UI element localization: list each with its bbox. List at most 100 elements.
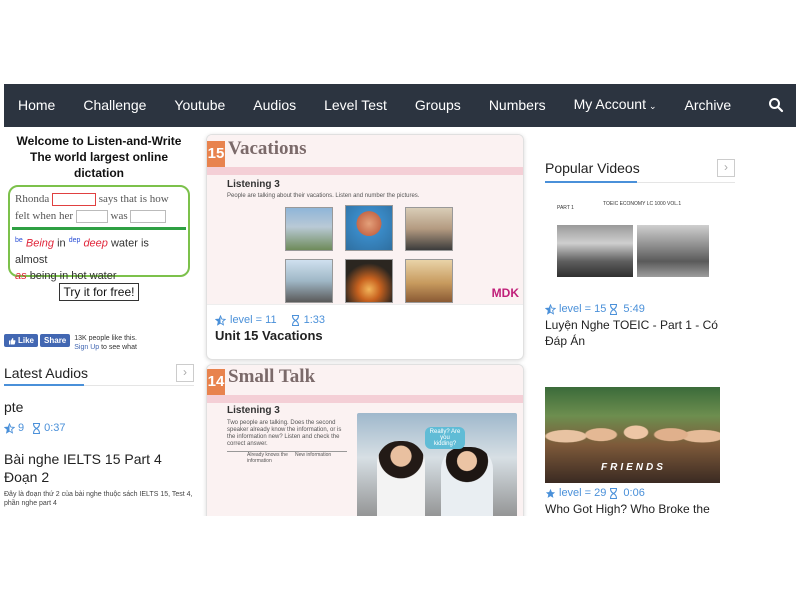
star-half-icon: [545, 303, 556, 315]
video-thumbnail[interactable]: FRIENDS: [545, 387, 720, 483]
demo-word: being in hot water: [29, 269, 117, 282]
person-silhouette: [377, 441, 425, 516]
demo-word: Rhonda: [15, 193, 50, 205]
video-item[interactable]: FRIENDS level = 29 0:06 Who Got High? Wh…: [545, 387, 725, 516]
popular-videos-title: Popular Videos: [545, 159, 640, 176]
nav-level-test[interactable]: Level Test: [310, 84, 401, 127]
video-title[interactable]: Who Got High? Who Broke the: [545, 501, 725, 516]
thumb-caption: TOEIC ECONOMY LC 1000 VOL.1: [603, 201, 682, 207]
demo-correction: Being: [25, 237, 54, 250]
video-meta: level = 29 0:06: [545, 487, 725, 499]
table-header: Already knows the information: [247, 452, 288, 464]
left-sidebar: Welcome to Listen-and-Write The world la…: [4, 127, 194, 516]
unit-number: 15: [207, 141, 225, 167]
nav-challenge[interactable]: Challenge: [69, 84, 160, 127]
demo-word: felt when her: [15, 210, 74, 222]
facebook-like-button[interactable]: Like: [4, 334, 39, 347]
star-icon: [545, 488, 556, 498]
audio-item[interactable]: pte 9 0:37: [4, 398, 194, 434]
video-item[interactable]: PART 1 TOEIC ECONOMY LC 1000 VOL.1 level…: [545, 201, 725, 349]
section-underline: [4, 384, 84, 386]
cover-listening-label: Listening 3: [227, 179, 280, 190]
welcome-line: Welcome to Listen-and-Write: [16, 134, 182, 148]
demo-blank-input[interactable]: [51, 192, 96, 206]
lesson-cover-image: 14 Small Talk Listening 3 Two people are…: [207, 365, 523, 516]
popular-videos-header: Popular Videos ›: [545, 153, 735, 183]
cover-photo: [285, 207, 333, 251]
facebook-like-label: Like: [18, 336, 35, 345]
nav-audios[interactable]: Audios: [239, 84, 310, 127]
demo-word: says that is how: [98, 193, 169, 205]
audio-title[interactable]: Bài nghe IELTS 15 Part 4 Đoạn 2: [4, 450, 194, 486]
right-sidebar: Popular Videos › PART 1 TOEIC ECONOMY LC…: [545, 127, 735, 516]
demo-correction: deep: [83, 237, 108, 250]
nav-my-account-label: My Account: [573, 96, 646, 112]
nav-archive[interactable]: Archive: [671, 84, 746, 127]
chevron-right-icon[interactable]: ›: [717, 158, 735, 177]
hourglass-icon: [33, 422, 41, 434]
publisher-logo: MDK: [491, 286, 519, 300]
cover-photo: [345, 259, 393, 303]
demo-blank-input[interactable]: [75, 209, 108, 223]
lesson-meta: level = 11 1:33: [207, 305, 523, 326]
lesson-level: level = 11: [230, 314, 277, 326]
search-icon[interactable]: [768, 97, 784, 113]
nav-youtube[interactable]: Youtube: [160, 84, 239, 127]
cover-instruction: People are talking about their vacations…: [227, 193, 420, 199]
cover-photo: [345, 205, 393, 251]
video-duration: 0:06: [623, 487, 645, 499]
audio-item[interactable]: Bài nghe IELTS 15 Part 4 Đoạn 2 Đây là đ…: [4, 450, 194, 508]
try-for-free-button[interactable]: Try it for free!: [58, 283, 140, 301]
cover-photo: [405, 207, 453, 251]
unit-number: 14: [207, 369, 225, 395]
welcome-line: dictation: [74, 166, 124, 180]
chevron-right-icon[interactable]: ›: [176, 363, 194, 382]
top-navbar: Home Challenge Youtube Audios Level Test…: [4, 84, 796, 127]
audio-title[interactable]: pte: [4, 398, 194, 416]
website-viewport: Home Challenge Youtube Audios Level Test…: [4, 84, 796, 516]
facebook-share-button[interactable]: Share: [40, 334, 71, 347]
demo-blank-input[interactable]: [130, 209, 167, 223]
page-frame: Home Challenge Youtube Audios Level Test…: [0, 0, 800, 600]
cover-title: Vacations: [228, 138, 307, 159]
speech-bubble: Really? Are you kidding?: [425, 427, 465, 449]
lesson-card[interactable]: 15 Vacations Listening 3 People are talk…: [206, 134, 524, 360]
demo-hint: be: [15, 237, 23, 244]
thumb-part-label: PART 1: [557, 205, 574, 211]
cover-instruction: Two people are talking. Does the second …: [227, 420, 342, 447]
latest-audios-header: Latest Audios ›: [4, 360, 194, 386]
video-duration: 5:49: [623, 303, 645, 315]
video-level: level = 15: [559, 303, 607, 315]
lesson-title[interactable]: Unit 15 Vacations: [207, 326, 523, 343]
video-thumbnail[interactable]: PART 1 TOEIC ECONOMY LC 1000 VOL.1: [545, 201, 720, 299]
star-half-icon: [4, 422, 15, 434]
demo-divider: [12, 227, 186, 230]
chevron-down-icon: ⌄: [648, 101, 657, 111]
section-underline: [545, 181, 637, 183]
featured-lessons: 15 Vacations Listening 3 People are talk…: [206, 134, 526, 516]
video-title[interactable]: Luyện Nghe TOEIC - Part 1 - Có Đáp Án: [545, 317, 725, 349]
demo-word: in: [57, 237, 66, 250]
cover-band: [207, 395, 523, 403]
facebook-signup-link[interactable]: Sign Up: [74, 344, 99, 351]
thumb-caption: FRIENDS: [601, 462, 666, 473]
nav-my-account[interactable]: My Account ⌄: [560, 84, 671, 128]
nav-numbers[interactable]: Numbers: [475, 84, 560, 127]
nav-home[interactable]: Home: [4, 84, 69, 127]
thumbs-up-icon: [9, 337, 16, 344]
welcome-heading: Welcome to Listen-and-Write The world la…: [4, 133, 194, 181]
hourglass-icon: [610, 487, 618, 499]
person-silhouette: [441, 447, 493, 516]
lesson-duration: 1:33: [303, 314, 325, 326]
demo-correction: as: [15, 269, 27, 282]
nav-groups[interactable]: Groups: [401, 84, 475, 127]
lesson-card[interactable]: 14 Small Talk Listening 3 Two people are…: [206, 364, 524, 516]
video-level: level = 29: [559, 487, 607, 499]
audio-level: 9: [18, 422, 25, 434]
checklist-table: Already knows the information New inform…: [227, 451, 347, 516]
demo-hint: dep: [68, 237, 81, 244]
facebook-like-count: 13K people like this. Sign Up to see wha…: [74, 334, 137, 352]
hourglass-icon: [610, 303, 618, 315]
latest-audios-title: Latest Audios: [4, 364, 89, 381]
dictation-demo: Rhonda says that is how felt when her wa…: [8, 185, 190, 282]
